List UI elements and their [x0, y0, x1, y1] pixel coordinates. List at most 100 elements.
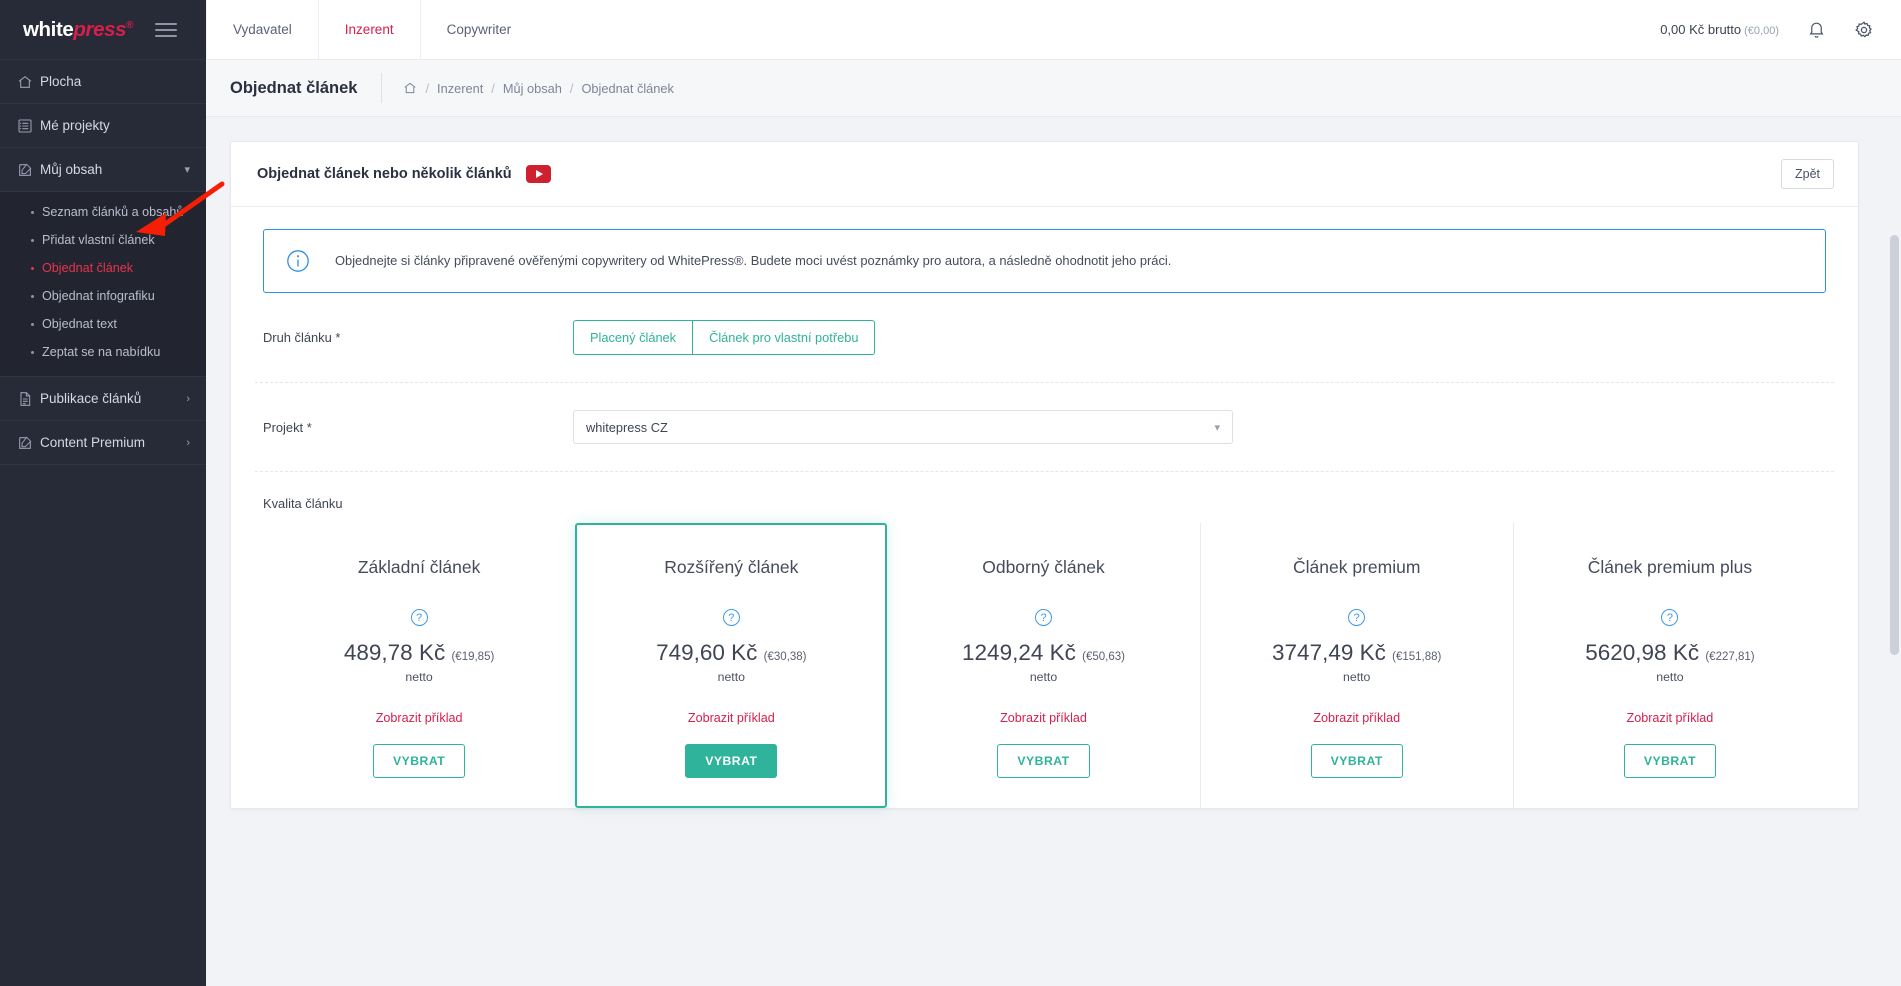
option-placeny-clanek[interactable]: Placený článek — [573, 320, 694, 355]
back-button[interactable]: Zpět — [1780, 159, 1834, 189]
bullet-icon — [31, 322, 34, 326]
topbar-right-group: 0,00 Kč brutto (€0,00) — [1660, 0, 1901, 59]
tab-label: Copywriter — [446, 22, 512, 37]
sidebar-item-content-premium[interactable]: Content Premium › — [0, 421, 206, 465]
quality-card-rozsireny-clanek[interactable]: Rozšířený článek ? 749,60 Kč (€30,38) ne… — [575, 523, 888, 808]
sidebar-subitem-label: Přidat vlastní článek — [42, 233, 155, 247]
sidebar-submenu-muj-obsah: Seznam článků a obsahů Přidat vlastní čl… — [0, 192, 206, 377]
show-example-link[interactable]: Zobrazit příklad — [1524, 711, 1816, 725]
youtube-play-icon[interactable] — [525, 165, 551, 183]
sidebar-item-zeptat-se-na-nabidku[interactable]: Zeptat se na nabídku — [0, 338, 206, 366]
sidebar-item-objednat-text[interactable]: Objednat text — [0, 310, 206, 338]
card-netto-label: netto — [717, 670, 745, 684]
card-title: Článek premium — [1293, 557, 1421, 577]
panel-title: Objednat článek nebo několik článků — [257, 166, 512, 182]
breadcrumb-separator: / — [569, 80, 574, 96]
help-icon[interactable]: ? — [1661, 609, 1679, 626]
hamburger-menu-icon[interactable] — [155, 22, 178, 37]
select-button[interactable]: VYBRAT — [1310, 744, 1403, 778]
sidebar-item-label: Content Premium — [40, 435, 146, 450]
card-price-eur: (€19,85) — [451, 651, 495, 663]
list-icon — [17, 118, 40, 134]
tab-vydavatel[interactable]: Vydavatel — [206, 0, 318, 59]
show-example-link[interactable]: Zobrazit příklad — [1211, 711, 1503, 725]
tab-copywriter[interactable]: Copywriter — [419, 0, 538, 59]
sidebar-item-objednat-clanek[interactable]: Objednat článek — [0, 254, 206, 282]
tab-label: Vydavatel — [233, 22, 292, 37]
sidebar-item-label: Plocha — [40, 74, 82, 89]
form-row-project: Projekt * whitepress CZ ▾ — [255, 383, 1834, 472]
info-alert: Objednejte si články připravené ověřeným… — [263, 229, 1826, 293]
article-kind-segmented-control: Placený článek Článek pro vlastní potřeb… — [573, 320, 876, 355]
breadcrumb-item-muj-obsah[interactable]: Můj obsah — [503, 81, 562, 96]
chevron-down-icon: ▾ — [184, 164, 190, 176]
select-button[interactable]: VYBRAT — [997, 744, 1090, 778]
show-example-link[interactable]: Zobrazit příklad — [897, 711, 1189, 725]
whitepress-logo[interactable]: whitepress® — [23, 18, 133, 42]
field-label-article-kind: Druh článku * — [263, 330, 341, 345]
help-icon[interactable]: ? — [722, 609, 740, 626]
help-icon[interactable]: ? — [410, 609, 428, 626]
sidebar-nav: Plocha Mé projekty Můj obsah ▾ Seznam čl… — [0, 60, 206, 465]
content-scroll-area: Objednat článek nebo několik článků Zpět… — [206, 117, 1901, 986]
card-price: 3747,49 Kč (€151,88) — [1211, 640, 1503, 666]
help-icon[interactable]: ? — [1035, 609, 1052, 626]
sidebar: whitepress® Plocha Mé projekty Můj obsah… — [0, 0, 206, 986]
breadcrumb-separator: / — [491, 80, 495, 96]
logo-registered-mark: ® — [126, 19, 134, 31]
vertical-scrollbar[interactable] — [1888, 235, 1901, 986]
show-example-link[interactable]: Zobrazit příklad — [585, 711, 877, 725]
card-netto-label: netto — [1656, 670, 1684, 684]
bullet-icon — [31, 350, 34, 354]
select-button[interactable]: VYBRAT — [685, 744, 778, 778]
info-alert-text: Objednejte si články připravené ověřeným… — [335, 252, 1172, 268]
bell-icon[interactable] — [1805, 19, 1827, 41]
edit-icon — [17, 435, 40, 451]
bullet-icon — [31, 238, 34, 242]
card-price-czk: 3747,49 Kč — [1272, 640, 1386, 665]
logo-text-press: press — [73, 17, 127, 41]
card-price: 1249,24 Kč (€50,63) — [897, 640, 1189, 666]
app-root: whitepress® Plocha Mé projekty Můj obsah… — [0, 0, 1901, 986]
help-icon[interactable]: ? — [1348, 609, 1366, 626]
scrollbar-thumb[interactable] — [1890, 235, 1899, 655]
show-example-link[interactable]: Zobrazit příklad — [273, 711, 565, 725]
logo-text-white: white — [23, 17, 74, 41]
sidebar-item-pridat-vlastni-clanek[interactable]: Přidat vlastní článek — [0, 226, 206, 254]
card-price-czk: 749,60 Kč — [656, 640, 758, 665]
sidebar-item-muj-obsah[interactable]: Můj obsah ▾ — [0, 148, 206, 192]
card-price-eur: (€227,81) — [1705, 651, 1755, 663]
card-price: 489,78 Kč (€19,85) — [273, 640, 565, 666]
card-netto-label: netto — [405, 670, 433, 684]
bullet-icon — [31, 210, 34, 214]
info-icon — [286, 249, 310, 273]
option-clanek-pro-vlastni-potrebu[interactable]: Článek pro vlastní potřebu — [693, 320, 876, 355]
tab-inzerent[interactable]: Inzerent — [317, 0, 420, 59]
quality-card-clanek-premium[interactable]: Článek premium ? 3747,49 Kč (€151,88) ne… — [1199, 523, 1513, 808]
project-select[interactable]: whitepress CZ ▾ — [573, 410, 1233, 444]
brand-header: whitepress® — [0, 0, 206, 60]
sidebar-item-objednat-infografiku[interactable]: Objednat infografiku — [0, 282, 206, 310]
sidebar-subitem-label: Objednat text — [42, 317, 117, 331]
quality-card-odborny-clanek[interactable]: Odborný článek ? 1249,24 Kč (€50,63) net… — [887, 523, 1199, 808]
select-button[interactable]: VYBRAT — [373, 744, 466, 778]
account-balance[interactable]: 0,00 Kč brutto (€0,00) — [1660, 22, 1779, 37]
breadcrumb-item-inzerent[interactable]: Inzerent — [437, 81, 483, 96]
breadcrumb: / Inzerent / Můj obsah / Objednat článek — [382, 80, 674, 96]
quality-card-clanek-premium-plus[interactable]: Článek premium plus ? 5620,98 Kč (€227,8… — [1512, 523, 1826, 808]
sidebar-subitem-label: Objednat článek — [42, 261, 134, 275]
sidebar-item-publikace-clanku[interactable]: Publikace článků › — [0, 377, 206, 421]
card-price-czk: 5620,98 Kč — [1585, 640, 1700, 665]
sidebar-item-plocha[interactable]: Plocha — [0, 60, 206, 104]
tab-label: Inzerent — [344, 22, 394, 37]
select-button[interactable]: VYBRAT — [1623, 744, 1717, 778]
sidebar-item-seznam-clanku-a-obsahu[interactable]: Seznam článků a obsahů — [0, 198, 206, 226]
home-icon[interactable] — [403, 81, 417, 95]
bullet-icon — [31, 294, 34, 298]
gear-icon[interactable] — [1853, 19, 1875, 41]
chevron-right-icon: › — [186, 436, 190, 449]
sidebar-item-me-projekty[interactable]: Mé projekty — [0, 104, 206, 148]
sidebar-subitem-label: Objednat infografiku — [42, 289, 155, 303]
quality-card-zakladni-clanek[interactable]: Základní článek ? 489,78 Kč (€19,85) net… — [263, 523, 575, 808]
section-label-article-quality: Kvalita článku — [263, 496, 343, 511]
